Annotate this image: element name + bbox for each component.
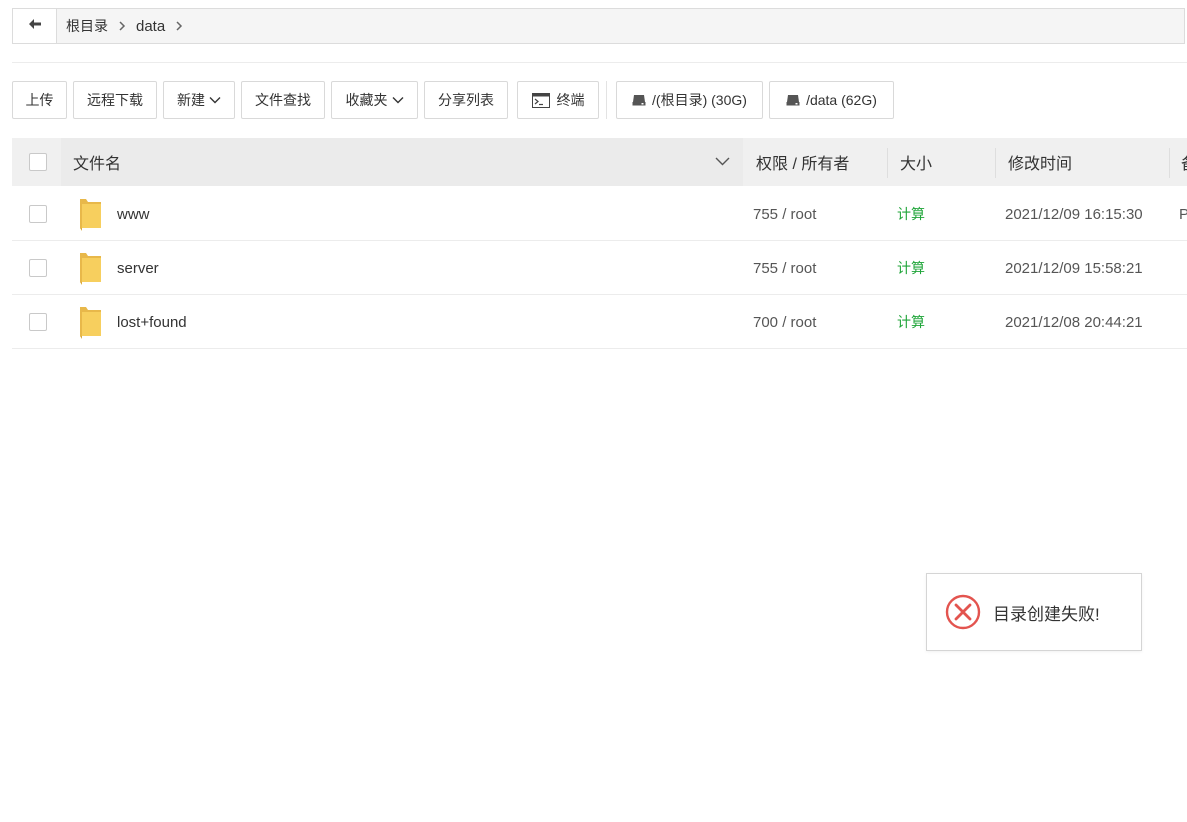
- table-header: 文件名 权限 / 所有者 大小 修改时间 备: [12, 138, 1187, 186]
- file-search-button[interactable]: 文件查找: [241, 81, 325, 119]
- file-mtime: 2021/12/08 20:44:21: [1005, 313, 1143, 331]
- file-name[interactable]: lost+found: [117, 295, 187, 349]
- hard-drive-icon: [632, 94, 646, 106]
- column-filename[interactable]: 文件名: [73, 138, 121, 186]
- upload-button[interactable]: 上传: [12, 81, 67, 119]
- terminal-label: 终端: [556, 92, 585, 108]
- row-checkbox[interactable]: [29, 313, 47, 331]
- new-button[interactable]: 新建: [163, 81, 235, 119]
- favorites-button[interactable]: 收藏夹: [331, 81, 418, 119]
- terminal-button[interactable]: 终端: [517, 81, 599, 119]
- divider: [12, 62, 1187, 63]
- table-row[interactable]: server 755 / root 计算 2021/12/09 15:58:21: [12, 241, 1187, 295]
- breadcrumb-root[interactable]: 根目录: [66, 16, 108, 36]
- chevron-down-icon[interactable]: [715, 157, 730, 166]
- column-mtime[interactable]: 修改时间: [1008, 138, 1072, 186]
- column-remark-label: 备: [1181, 150, 1187, 174]
- column-divider: [995, 148, 996, 178]
- breadcrumb: 根目录 data: [66, 9, 193, 43]
- column-divider: [1169, 148, 1170, 178]
- column-permission[interactable]: 权限 / 所有者: [756, 138, 849, 186]
- toast-message: 目录创建失败!: [993, 604, 1100, 624]
- upload-button-label: 上传: [25, 92, 54, 108]
- disk-root-button[interactable]: /(根目录) (30G): [616, 81, 763, 119]
- share-list-label: 分享列表: [438, 92, 494, 108]
- column-filename-label: 文件名: [73, 156, 122, 173]
- folder-icon: [77, 197, 103, 236]
- error-circle-icon: [945, 594, 981, 635]
- column-remark[interactable]: 备: [1181, 138, 1187, 186]
- file-permission[interactable]: 700 / root: [753, 295, 816, 349]
- disk-data-button[interactable]: /data (62G): [769, 81, 894, 119]
- file-size-calc[interactable]: 计算: [897, 295, 925, 349]
- file-name[interactable]: www: [117, 187, 150, 241]
- path-bar: 根目录 data: [12, 8, 1185, 44]
- file-mtime: 2021/12/09 16:15:30: [1005, 205, 1143, 223]
- disk-root-label: /(根目录) (30G): [652, 92, 747, 108]
- folder-icon: [77, 251, 103, 290]
- terminal-icon: [531, 92, 550, 108]
- favorites-label: 收藏夹: [345, 92, 388, 108]
- select-all-checkbox[interactable]: [29, 153, 47, 171]
- breadcrumb-data[interactable]: data: [136, 18, 165, 35]
- file-name[interactable]: server: [117, 241, 159, 295]
- file-permission[interactable]: 755 / root: [753, 187, 816, 241]
- chevron-down-icon: [209, 96, 221, 104]
- column-size-label: 大小: [900, 156, 933, 173]
- new-button-label: 新建: [177, 92, 205, 108]
- disk-data-label: /data (62G): [806, 92, 877, 108]
- column-mtime-label: 修改时间: [1008, 156, 1073, 173]
- remote-download-button[interactable]: 远程下载: [73, 81, 157, 119]
- share-list-button[interactable]: 分享列表: [424, 81, 508, 119]
- table-row[interactable]: www 755 / root 计算 2021/12/09 16:15:30 P: [12, 187, 1187, 241]
- file-size-calc[interactable]: 计算: [897, 241, 925, 295]
- row-checkbox[interactable]: [29, 259, 47, 277]
- file-remark[interactable]: P: [1179, 187, 1187, 241]
- column-permission-label: 权限 / 所有者: [756, 156, 850, 173]
- filename-header-area: [61, 138, 743, 186]
- chevron-down-icon: [392, 96, 404, 104]
- folder-icon: [77, 305, 103, 344]
- toolbar-separator: [606, 81, 607, 119]
- file-size-calc[interactable]: 计算: [897, 187, 925, 241]
- chevron-right-icon: [175, 21, 183, 31]
- arrow-left-icon: [28, 17, 42, 35]
- remote-download-label: 远程下载: [87, 92, 143, 108]
- chevron-right-icon: [118, 21, 126, 31]
- table-row[interactable]: lost+found 700 / root 计算 2021/12/08 20:4…: [12, 295, 1187, 349]
- column-size[interactable]: 大小: [900, 138, 932, 186]
- row-checkbox[interactable]: [29, 205, 47, 223]
- back-button[interactable]: [13, 9, 57, 43]
- error-toast: 目录创建失败!: [926, 573, 1142, 651]
- file-permission[interactable]: 755 / root: [753, 241, 816, 295]
- hard-drive-icon: [786, 94, 800, 106]
- file-mtime: 2021/12/09 15:58:21: [1005, 259, 1143, 277]
- file-search-label: 文件查找: [255, 92, 311, 108]
- column-divider: [887, 148, 888, 178]
